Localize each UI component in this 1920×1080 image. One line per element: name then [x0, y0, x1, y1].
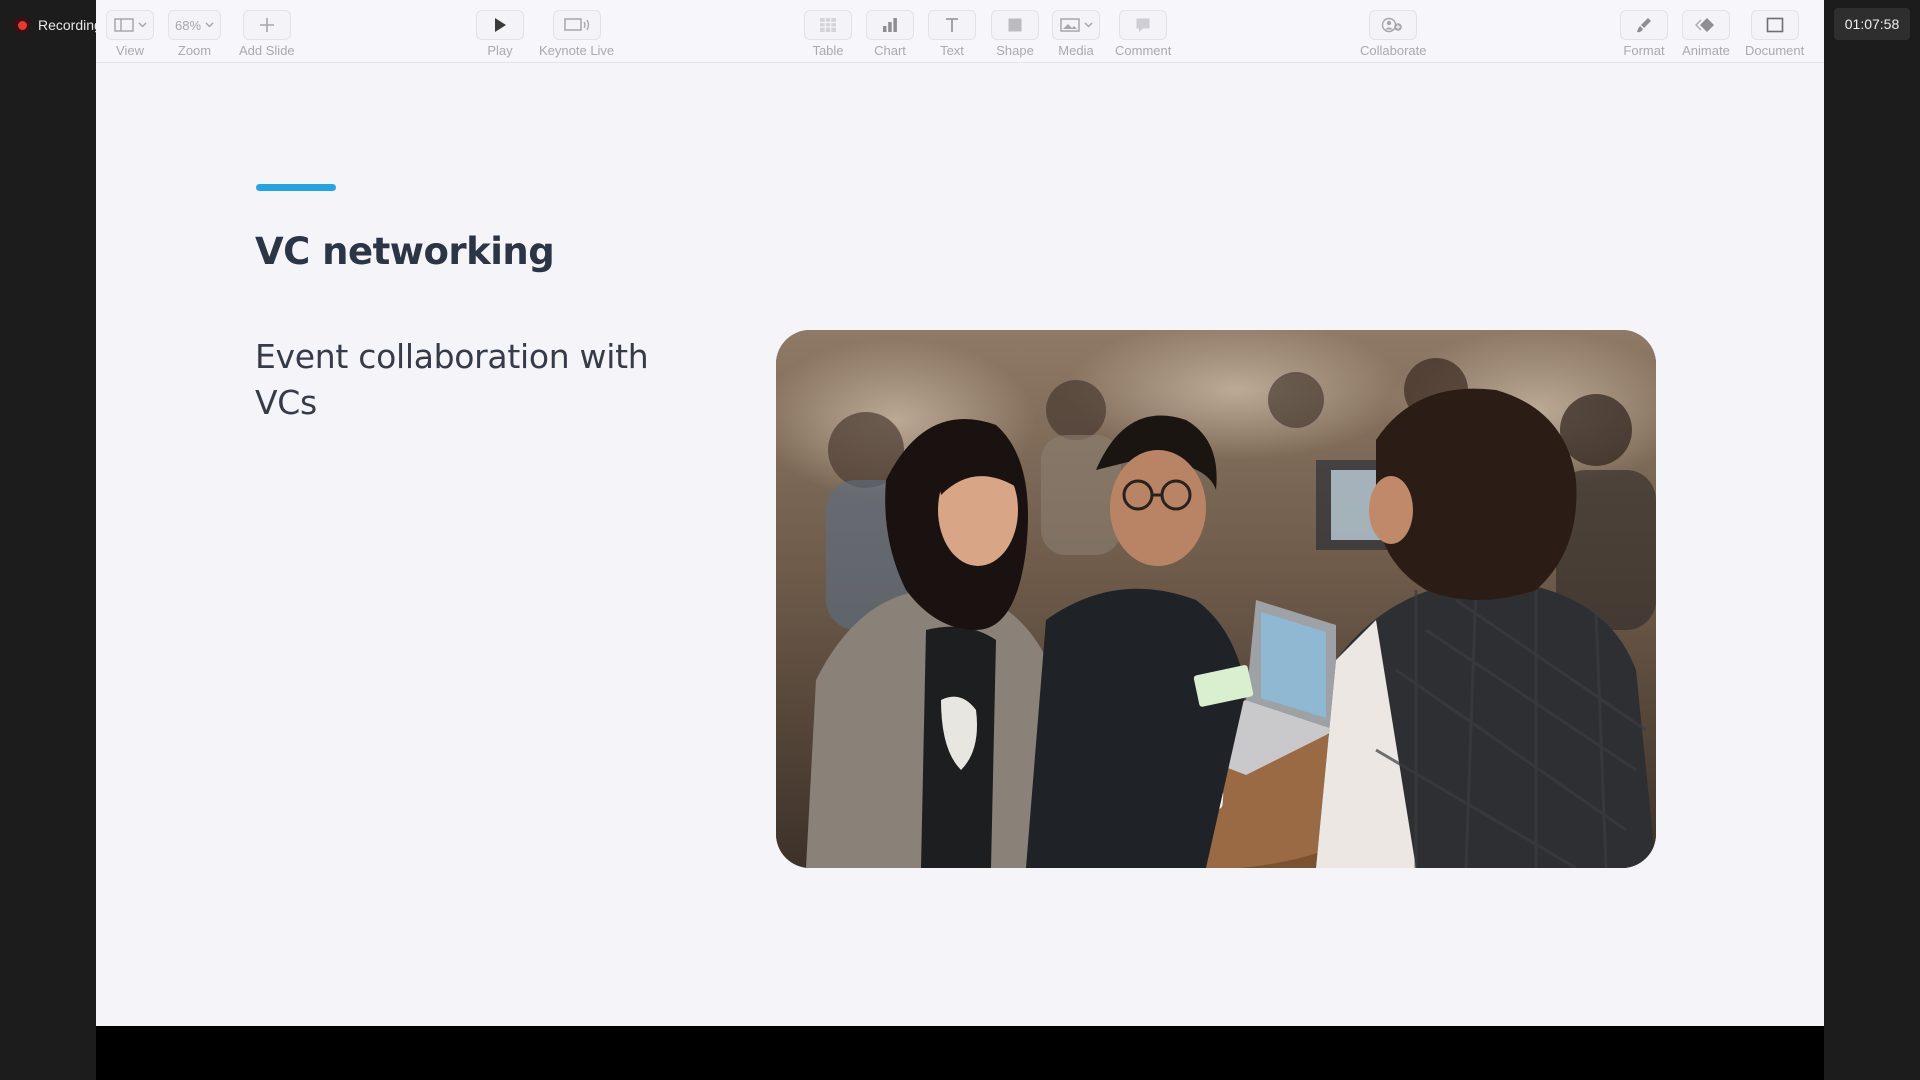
table-label: Table: [812, 43, 844, 58]
collaborate-icon: [1382, 17, 1403, 33]
chevron-down-icon: [205, 22, 214, 28]
text-icon: [946, 18, 958, 32]
zoom-value: 68%: [175, 17, 202, 33]
table-control[interactable]: [804, 10, 852, 40]
play-label: Play: [487, 43, 513, 58]
media-control[interactable]: [1052, 10, 1100, 40]
shape-control[interactable]: [991, 10, 1039, 40]
keynote-live-icon: [563, 18, 589, 31]
comment-icon: [1136, 18, 1150, 32]
text-control[interactable]: [928, 10, 976, 40]
plus-icon: [259, 18, 274, 32]
document-label: Document: [1745, 43, 1805, 58]
sidebar-layout-icon: [113, 18, 134, 32]
text-label: Text: [940, 43, 964, 58]
slide-title[interactable]: VC networking: [255, 230, 555, 273]
table-button[interactable]: Table: [804, 10, 852, 58]
keynote-live-button[interactable]: Keynote Live: [539, 10, 614, 58]
shape-icon: [1008, 18, 1022, 32]
recording-indicator[interactable]: Recording: [14, 10, 96, 40]
view-button[interactable]: View: [106, 10, 154, 58]
collaborate-label: Collaborate: [1360, 43, 1427, 58]
keynote-window: View 68% Zoom Add Slide Play Keynote Liv…: [96, 0, 1824, 1026]
comment-label: Comment: [1115, 43, 1172, 58]
play-icon: [495, 18, 506, 32]
bottom-bar: [96, 1026, 1824, 1080]
format-label: Format: [1623, 43, 1665, 58]
keynote-live-label: Keynote Live: [539, 43, 615, 58]
view-control[interactable]: [106, 10, 154, 40]
media-label: Media: [1058, 43, 1094, 58]
add-slide-button[interactable]: Add Slide: [239, 10, 295, 58]
zoom-select[interactable]: 68%: [168, 10, 222, 40]
document-button[interactable]: Document: [1745, 10, 1804, 58]
keynote-live-control[interactable]: [552, 10, 601, 40]
chevron-down-icon: [137, 22, 147, 28]
recording-label: Recording: [38, 17, 96, 33]
text-button[interactable]: Text: [928, 10, 976, 58]
shape-label: Shape: [996, 43, 1034, 58]
collaborate-button[interactable]: Collaborate: [1360, 10, 1427, 58]
media-button[interactable]: Media: [1052, 10, 1100, 58]
image-icon: [1059, 18, 1080, 32]
table-icon: [820, 18, 836, 32]
animate-button[interactable]: Animate: [1682, 10, 1730, 58]
play-control[interactable]: [476, 10, 524, 40]
document-icon: [1766, 17, 1783, 33]
chart-label: Chart: [874, 43, 906, 58]
zoom-label: Zoom: [177, 43, 212, 58]
format-control[interactable]: [1620, 10, 1668, 40]
play-button[interactable]: Play: [476, 10, 524, 58]
chart-icon: [883, 18, 897, 32]
comment-button[interactable]: Comment: [1115, 10, 1171, 58]
chart-control[interactable]: [866, 10, 914, 40]
chevron-down-icon: [1083, 22, 1093, 28]
comment-control[interactable]: [1119, 10, 1168, 40]
format-button[interactable]: Format: [1620, 10, 1668, 58]
chart-button[interactable]: Chart: [866, 10, 914, 58]
slide-body-text[interactable]: Event collaboration with VCs: [255, 334, 675, 426]
slide-photo[interactable]: [776, 330, 1656, 868]
add-slide-label: Add Slide: [239, 43, 295, 58]
animate-label: Animate: [1682, 43, 1730, 58]
toolbar: View 68% Zoom Add Slide Play Keynote Liv…: [96, 0, 1824, 63]
animate-control[interactable]: [1682, 10, 1730, 40]
paintbrush-icon: [1637, 18, 1651, 33]
zoom-button[interactable]: 68% Zoom: [168, 10, 222, 58]
record-icon: [14, 17, 30, 33]
document-control[interactable]: [1750, 10, 1799, 40]
collaborate-control[interactable]: [1369, 10, 1418, 40]
shape-button[interactable]: Shape: [991, 10, 1039, 58]
recording-timer: 01:07:58: [1834, 8, 1910, 40]
networking-photo: [776, 330, 1656, 868]
add-slide-control[interactable]: [242, 10, 291, 40]
view-label: View: [116, 43, 144, 58]
animate-icon: [1695, 18, 1714, 32]
title-accent-line[interactable]: [256, 184, 336, 191]
